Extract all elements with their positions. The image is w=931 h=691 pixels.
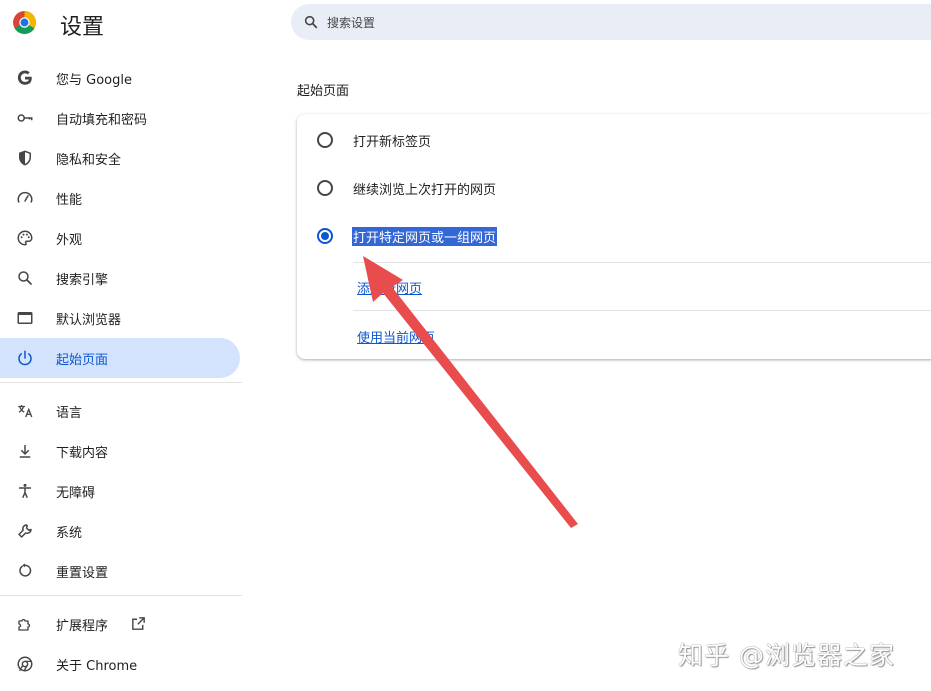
option-label: 继续浏览上次打开的网页	[353, 183, 497, 198]
add-new-page-link[interactable]: 添加新网页	[357, 278, 422, 297]
sidebar-item-performance[interactable]: 性能	[0, 178, 242, 218]
sidebar-item-downloads[interactable]: 下载内容	[0, 431, 242, 471]
search-icon	[18, 271, 32, 285]
option-continue[interactable]: 继续浏览上次打开的网页	[297, 163, 931, 211]
reset-icon	[19, 563, 32, 577]
wrench-icon	[18, 524, 32, 538]
section-title: 起始页面	[297, 84, 350, 99]
divider	[353, 262, 931, 263]
chrome-logo-icon	[13, 11, 36, 34]
download-icon	[19, 445, 31, 458]
use-current-pages-link[interactable]: 使用当前网页	[357, 327, 435, 346]
sidebar-item-label: 性能	[56, 192, 83, 208]
search-bar[interactable]	[291, 4, 931, 42]
radio-button[interactable]	[317, 180, 333, 196]
option-specific-pages[interactable]: 打开特定网页或一组网页	[297, 211, 931, 259]
watermark: 知乎 @浏览器之家	[678, 641, 895, 670]
page-title: 设置	[60, 15, 105, 40]
accessibility-icon	[19, 483, 31, 499]
radio-button-checked[interactable]	[317, 228, 333, 244]
sidebar-item-label: 系统	[56, 525, 83, 541]
sidebar-divider	[0, 595, 242, 596]
sidebar-item-label: 外观	[56, 232, 83, 248]
sidebar-item-about-chrome[interactable]: 关于 Chrome	[0, 644, 242, 684]
sidebar-item-you-and-google[interactable]: 您与 Google	[0, 58, 242, 98]
sidebar-item-languages[interactable]: 语言	[0, 391, 242, 431]
sidebar-item-autofill[interactable]: 自动填充和密码	[0, 98, 242, 138]
option-label: 打开新标签页	[353, 135, 432, 150]
browser-window-icon	[17, 312, 33, 324]
sidebar-item-label: 无障碍	[56, 485, 96, 501]
shield-icon	[19, 150, 31, 166]
sidebar-item-label: 下载内容	[56, 445, 109, 461]
sidebar-item-privacy[interactable]: 隐私和安全	[0, 138, 242, 178]
radio-button[interactable]	[317, 132, 333, 148]
divider	[353, 310, 931, 311]
sidebar-item-label: 搜索引擎	[56, 272, 109, 288]
option-new-tab[interactable]: 打开新标签页	[297, 115, 931, 163]
sidebar-item-label: 默认浏览器	[56, 312, 122, 328]
key-icon	[17, 114, 33, 122]
sidebar-item-label: 您与 Google	[56, 72, 132, 88]
google-g-icon	[17, 70, 32, 85]
startup-options-card: 打开新标签页 继续浏览上次打开的网页 打开特定网页或一组网页 添加新网页 使用当…	[297, 114, 931, 359]
option-label: 打开特定网页或一组网页	[352, 227, 498, 246]
sidebar-item-label: 隐私和安全	[56, 152, 122, 168]
sidebar-item-label: 关于 Chrome	[56, 658, 138, 674]
sidebar-item-on-startup[interactable]: 起始页面	[0, 338, 240, 378]
sidebar-item-reset[interactable]: 重置设置	[0, 551, 242, 591]
sidebar-item-system[interactable]: 系统	[0, 511, 242, 551]
sidebar-item-extensions[interactable]: 扩展程序	[0, 604, 242, 644]
puzzle-icon	[18, 618, 31, 631]
power-icon	[18, 350, 32, 366]
sidebar-item-appearance[interactable]: 外观	[0, 218, 242, 258]
sidebar-item-label: 扩展程序	[56, 618, 109, 634]
sidebar-item-search-engine[interactable]: 搜索引擎	[0, 258, 242, 298]
external-link-icon[interactable]	[130, 615, 147, 632]
palette-icon	[17, 230, 33, 246]
sidebar-item-label: 自动填充和密码	[56, 112, 148, 128]
chrome-icon	[17, 656, 33, 672]
translate-icon	[18, 405, 33, 418]
sidebar-item-label: 起始页面	[56, 352, 109, 368]
search-input[interactable]	[325, 4, 889, 42]
sidebar-item-label: 重置设置	[56, 565, 109, 581]
sidebar-item-accessibility[interactable]: 无障碍	[0, 471, 242, 511]
speedometer-icon	[17, 191, 33, 203]
search-icon	[304, 15, 318, 29]
sidebar: 您与 Google 自动填充和密码 隐私和安全 性能 外观 搜索引擎 默认浏览器…	[0, 58, 242, 684]
sidebar-item-label: 语言	[56, 405, 83, 421]
sidebar-divider	[0, 382, 242, 383]
sidebar-item-default-browser[interactable]: 默认浏览器	[0, 298, 242, 338]
